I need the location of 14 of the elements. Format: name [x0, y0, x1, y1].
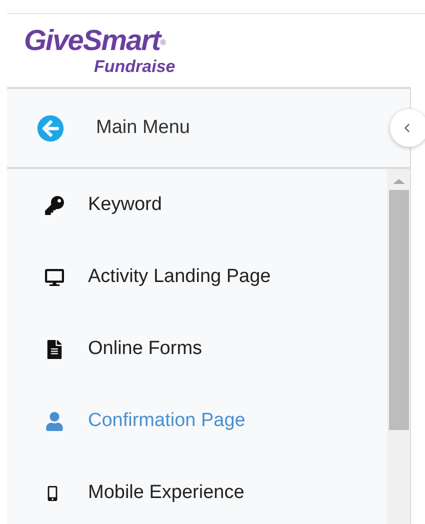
user-icon — [45, 412, 64, 430]
menu-item[interactable]: Online Forms — [7, 313, 387, 385]
back-icon[interactable] — [37, 114, 64, 142]
key-icon — [45, 196, 64, 214]
scrollbar[interactable] — [387, 169, 410, 524]
file-icon — [45, 340, 64, 358]
logo-name: GiveSmart® — [24, 26, 166, 58]
menu-item[interactable]: Activity Landing Page — [7, 241, 387, 313]
main-menu-label[interactable]: Main Menu — [96, 117, 190, 139]
menu-item[interactable]: Mobile Experience — [7, 457, 387, 524]
desktop-icon — [45, 268, 64, 286]
mobile-icon — [45, 486, 60, 500]
menu-item[interactable]: Keyword — [7, 169, 387, 241]
logo-product: Fundraise — [94, 58, 176, 76]
